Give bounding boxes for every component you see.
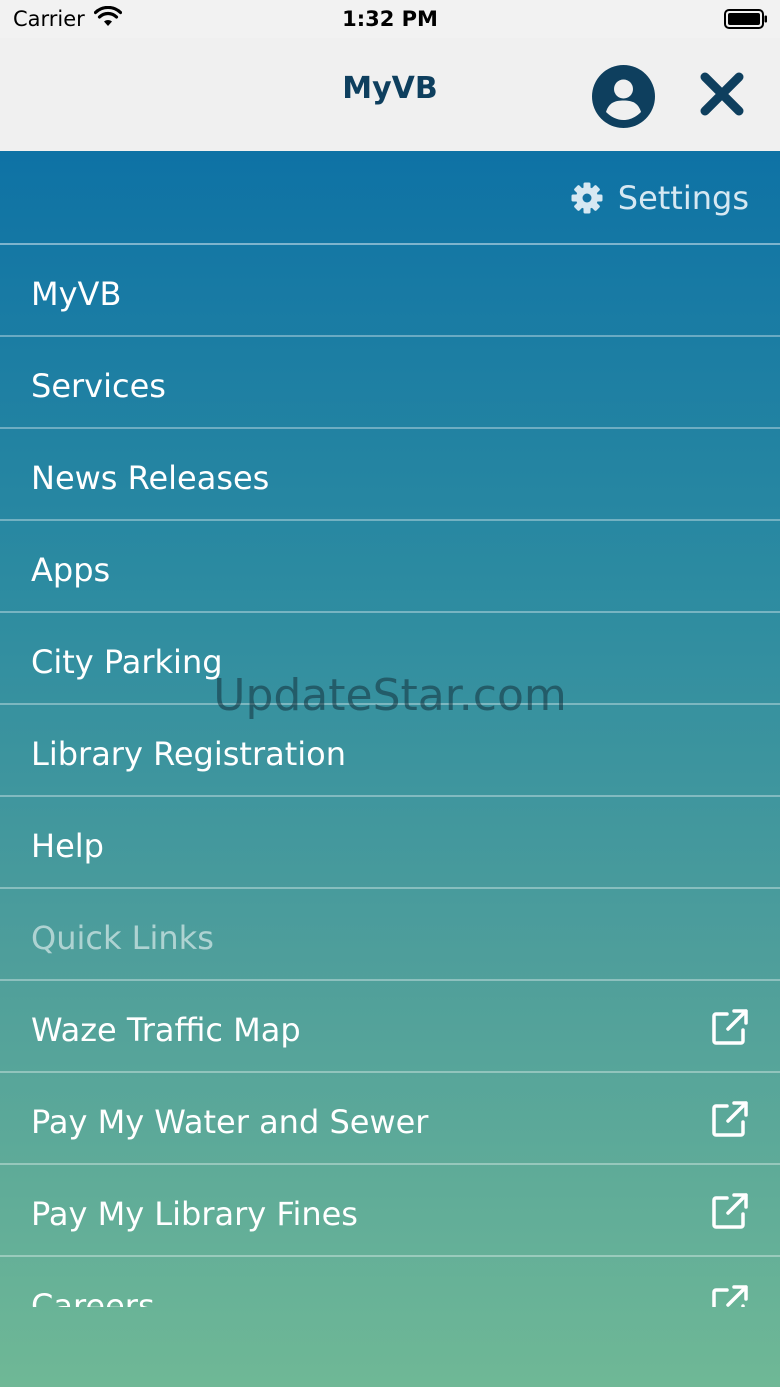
settings-label: Settings [617,179,749,217]
clock: 1:32 PM [342,7,438,31]
navigation-bar: MyVB [0,38,780,151]
menu-item-label: Help [31,827,104,865]
menu-item-services[interactable]: Services [0,337,780,429]
quick-link-careers[interactable]: Careers [0,1257,780,1307]
page-title: MyVB [342,71,438,106]
menu-item-label: News Releases [31,459,270,497]
quick-link-pay-water-sewer[interactable]: Pay My Water and Sewer [0,1073,780,1165]
user-circle-icon [592,65,655,128]
close-icon [700,72,744,116]
external-link-icon [712,1285,748,1307]
status-bar: Carrier 1:32 PM [0,0,780,38]
menu-item-myvb[interactable]: MyVB [0,245,780,337]
menu-item-label: Library Registration [31,735,347,773]
side-menu: Settings MyVB Services News Releases App… [0,151,780,1387]
menu-item-label: Apps [31,551,111,589]
external-link-icon [712,1101,748,1137]
menu-item-apps[interactable]: Apps [0,521,780,613]
menu-item-help[interactable]: Help [0,797,780,889]
gear-icon [571,182,603,214]
quick-link-label: Careers [31,1287,155,1307]
close-button[interactable] [699,71,745,117]
section-label: Quick Links [31,919,214,957]
external-link-icon [712,1009,748,1045]
battery-icon [724,9,768,33]
profile-button[interactable] [592,65,655,128]
quick-link-pay-library-fines[interactable]: Pay My Library Fines [0,1165,780,1257]
quick-link-waze-traffic-map[interactable]: Waze Traffic Map [0,981,780,1073]
external-link-icon [712,1193,748,1229]
settings-link[interactable]: Settings [571,179,749,217]
quick-link-label: Pay My Library Fines [31,1195,358,1233]
quick-link-label: Pay My Water and Sewer [31,1103,429,1141]
menu-item-label: Services [31,367,166,405]
settings-row: Settings [0,151,780,245]
quick-link-label: Waze Traffic Map [31,1011,301,1049]
menu-item-label: MyVB [31,275,122,313]
menu-item-news-releases[interactable]: News Releases [0,429,780,521]
watermark: UpdateStar.com [213,670,567,721]
section-header-quick-links: Quick Links [0,889,780,981]
